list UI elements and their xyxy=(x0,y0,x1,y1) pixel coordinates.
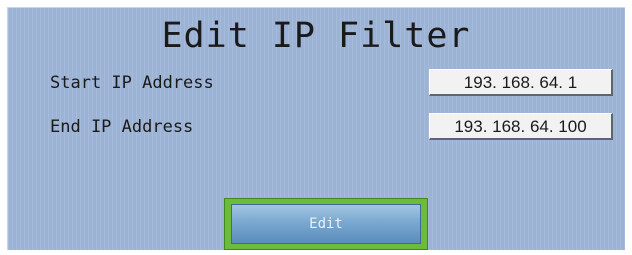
end-ip-label: End IP Address xyxy=(50,117,194,137)
start-ip-label: Start IP Address xyxy=(50,73,214,93)
start-ip-field[interactable]: 193. 168. 64. 1 xyxy=(429,69,613,96)
edit-button[interactable]: Edit xyxy=(224,198,428,250)
page-title: Edit IP Filter xyxy=(161,16,471,56)
edit-button-label: Edit xyxy=(231,204,421,244)
end-ip-field[interactable]: 193. 168. 64. 100 xyxy=(429,113,613,140)
